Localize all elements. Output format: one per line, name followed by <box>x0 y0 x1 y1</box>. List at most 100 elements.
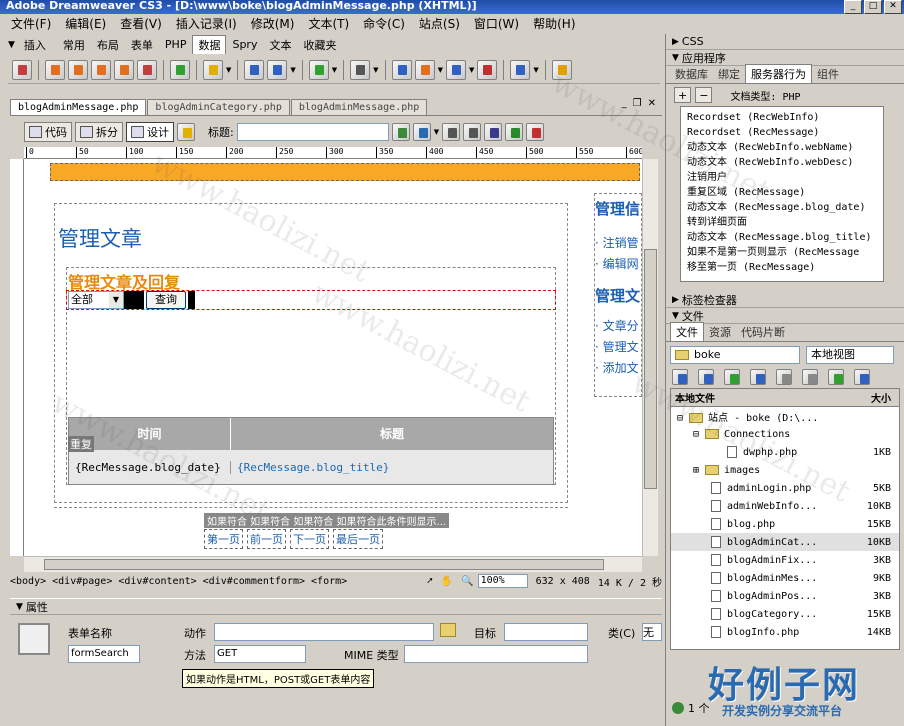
record-counter-icon[interactable] <box>350 59 371 80</box>
insert-record-icon[interactable] <box>267 59 288 80</box>
file-row[interactable]: adminWebInfo... 10KB <box>671 497 899 515</box>
master-detail-icon[interactable] <box>244 59 265 80</box>
file-row[interactable]: blogAdminPos... 3KB <box>671 587 899 605</box>
list-item[interactable]: 重复区域 (RecMessage) <box>687 185 877 200</box>
tab-server-behaviors[interactable]: 服务器行为 <box>745 64 812 83</box>
list-item[interactable]: 移至第一页 (RecMessage) <box>687 260 877 275</box>
vertical-scrollbar[interactable] <box>642 159 658 556</box>
table-cell-date[interactable]: {RecMessage.blog_date} <box>69 460 231 474</box>
form-name-input[interactable]: formSearch <box>68 645 140 663</box>
side-link[interactable]: · 注销管 <box>595 233 641 254</box>
class-select[interactable]: 无 <box>642 623 662 641</box>
mime-select[interactable] <box>404 645 588 663</box>
prev-page-link[interactable]: 前一页 <box>247 529 286 549</box>
doc-restore-icon[interactable]: ❐ <box>633 98 642 109</box>
method-select[interactable]: GET <box>214 645 306 663</box>
doc-tab-message-2[interactable]: blogAdminMessage.php <box>290 99 428 115</box>
collapse-triangle-icon[interactable]: ▼ <box>16 602 23 612</box>
file-row[interactable]: ⊟ Connections <box>671 425 899 443</box>
file-row[interactable]: blogAdminFix... 3KB <box>671 551 899 569</box>
query-button[interactable]: 查询 <box>146 291 186 309</box>
refresh-icon[interactable] <box>442 123 461 141</box>
list-item[interactable]: Recordset (RecWebInfo) <box>687 110 877 125</box>
put-files-icon[interactable] <box>750 369 766 385</box>
expand-icon[interactable] <box>854 369 870 385</box>
collapse-triangle-icon[interactable]: ▼ <box>8 40 15 50</box>
file-row-selected[interactable]: blogAdminCat... 10KB <box>671 533 899 551</box>
next-page-link[interactable]: 下一页 <box>290 529 329 549</box>
properties-header[interactable]: ▼ 属性 <box>10 599 662 615</box>
minimize-button[interactable]: _ <box>844 0 862 14</box>
insert-tab-forms[interactable]: 表单 <box>125 35 159 55</box>
add-behavior-button[interactable]: + <box>674 87 692 103</box>
remove-behavior-button[interactable]: − <box>695 87 713 103</box>
first-page-link[interactable]: 第一页 <box>204 529 243 549</box>
synchronize-icon[interactable] <box>828 369 844 385</box>
insert-tab-php[interactable]: PHP <box>159 36 193 53</box>
validate-icon[interactable] <box>505 123 524 141</box>
view-select[interactable]: 本地视图 <box>806 346 894 364</box>
insert-tab-spry[interactable]: Spry <box>226 36 263 53</box>
live-data-icon[interactable] <box>177 123 195 141</box>
last-page-link[interactable]: 最后一页 <box>333 529 383 549</box>
dropdown-arrow-icon[interactable]: ▼ <box>434 128 439 136</box>
menu-view[interactable]: 查看(V) <box>113 15 169 32</box>
tab-bindings[interactable]: 绑定 <box>713 65 745 83</box>
refresh-icon[interactable] <box>698 369 714 385</box>
file-row[interactable]: ⊟ 站点 - boke (D:\... <box>671 407 899 425</box>
file-row[interactable]: blogAdminMes... 9KB <box>671 569 899 587</box>
list-item[interactable]: 注销用户 <box>687 170 877 185</box>
list-item[interactable]: 如果不是第一页则显示 (RecMessage <box>687 245 877 260</box>
menu-edit[interactable]: 编辑(E) <box>58 15 113 32</box>
maximize-button[interactable]: □ <box>864 0 882 14</box>
insert-tab-layout[interactable]: 布局 <box>91 35 125 55</box>
col-size[interactable]: 大小 <box>859 390 899 405</box>
login-user-icon[interactable] <box>510 59 531 80</box>
tab-snippets[interactable]: 代码片断 <box>736 323 790 341</box>
side-link[interactable]: · 编辑网 <box>595 254 641 275</box>
dropdown-arrow-icon[interactable]: ▼ <box>373 66 378 74</box>
zoom-select[interactable]: 100% <box>477 574 528 588</box>
doc-tab-category[interactable]: blogAdminCategory.php <box>147 99 290 115</box>
zoom-icon[interactable]: 🔍 <box>461 576 473 587</box>
visual-aids-icon[interactable] <box>484 123 503 141</box>
browse-folder-icon[interactable] <box>440 623 456 637</box>
side-link[interactable]: · 文章分 <box>595 316 641 337</box>
list-item[interactable]: 动态文本 (RecMessage.blog_title) <box>687 230 877 245</box>
table-cell-title[interactable]: {RecMessage.blog_title} <box>231 461 553 474</box>
split-view-button[interactable]: 拆分 <box>75 122 123 142</box>
insert-tab-data[interactable]: 数据 <box>192 35 227 54</box>
xslt-icon[interactable] <box>445 59 466 80</box>
delete-record-icon[interactable] <box>391 59 412 80</box>
file-row[interactable]: blogCategory... 15KB <box>671 605 899 623</box>
list-item[interactable]: 动态文本 (RecMessage.blog_date) <box>687 200 877 215</box>
file-management-icon[interactable] <box>391 123 410 141</box>
menu-window[interactable]: 窗口(W) <box>467 15 526 32</box>
code-view-button[interactable]: 代码 <box>24 122 72 142</box>
horizontal-scrollbar[interactable] <box>24 556 642 572</box>
side-link[interactable]: · 添加文 <box>595 358 641 379</box>
design-view[interactable]: 管理文章 管理文章及回复 全部 ▼ 查询 时间 标题 {RecMessage.bl… <box>24 159 642 556</box>
check-in-icon[interactable] <box>802 369 818 385</box>
menu-modify[interactable]: 修改(M) <box>244 15 302 32</box>
side-link[interactable]: · 管理文 <box>595 337 641 358</box>
update-record-icon[interactable] <box>308 59 329 80</box>
title-input[interactable] <box>236 123 389 141</box>
dropdown-arrow-icon[interactable]: ▼ <box>332 66 337 74</box>
list-item[interactable]: 转到详细页面 <box>687 215 877 230</box>
pointer-icon[interactable]: ➚ <box>427 576 433 587</box>
menu-text[interactable]: 文本(T) <box>301 15 356 32</box>
close-button[interactable]: ✕ <box>884 0 902 14</box>
site-select[interactable]: boke <box>670 346 800 364</box>
file-row[interactable]: blog.php 15KB <box>671 515 899 533</box>
list-item[interactable]: Recordset (RecMessage) <box>687 125 877 140</box>
scroll-thumb[interactable] <box>644 249 657 489</box>
menu-insert[interactable]: 插入记录(I) <box>169 15 244 32</box>
file-row[interactable]: adminLogin.php 5KB <box>671 479 899 497</box>
get-files-icon[interactable] <box>724 369 740 385</box>
view-options-icon[interactable] <box>463 123 482 141</box>
insert-tab-text[interactable]: 文本 <box>263 35 297 55</box>
menu-help[interactable]: 帮助(H) <box>526 15 582 32</box>
menu-commands[interactable]: 命令(C) <box>356 15 412 32</box>
scroll-thumb[interactable] <box>44 559 604 570</box>
